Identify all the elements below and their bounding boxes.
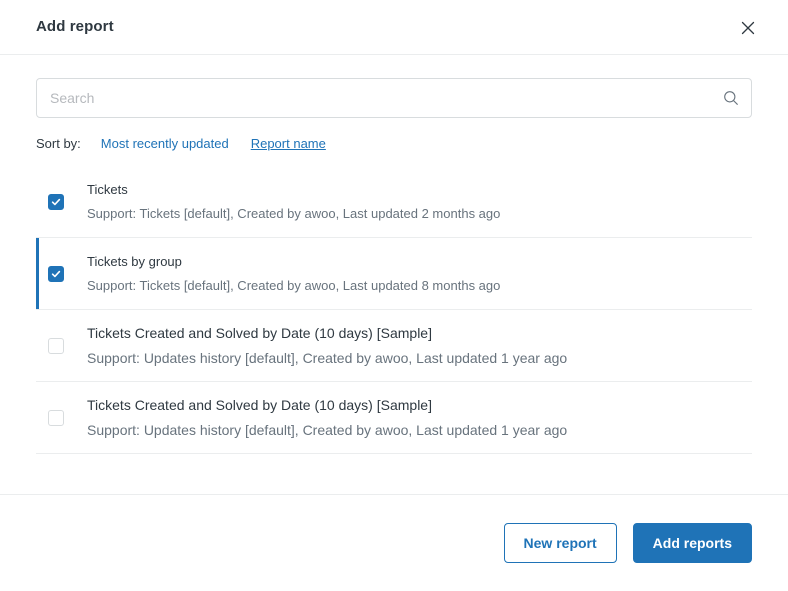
- report-list-item[interactable]: Tickets Support: Tickets [default], Crea…: [36, 166, 752, 238]
- report-checkbox[interactable]: [48, 337, 64, 354]
- report-list-item[interactable]: Tickets Created and Solved by Date (10 d…: [36, 382, 752, 454]
- report-title: Tickets Created and Solved by Date (10 d…: [87, 325, 432, 341]
- sort-option-report-name[interactable]: Report name: [251, 136, 326, 151]
- report-meta: Support: Tickets [default], Created by a…: [87, 206, 501, 221]
- page-title: Add report: [36, 18, 114, 35]
- report-title: Tickets Created and Solved by Date (10 d…: [87, 397, 432, 413]
- report-meta: Support: Updates history [default], Crea…: [87, 350, 568, 366]
- add-reports-button[interactable]: Add reports: [632, 523, 752, 563]
- report-title: Tickets by group: [87, 254, 182, 269]
- report-text: Tickets by group Support: Tickets [defau…: [72, 251, 500, 296]
- report-checkbox[interactable]: [48, 409, 64, 426]
- sort-option-most-recently-updated[interactable]: Most recently updated: [101, 136, 229, 151]
- report-list-item[interactable]: Tickets Created and Solved by Date (10 d…: [36, 310, 752, 382]
- modal-body: Sort by: Most recently updated Report na…: [0, 78, 788, 454]
- report-list: Tickets Support: Tickets [default], Crea…: [36, 166, 752, 454]
- checkbox-cell: [36, 265, 72, 282]
- report-text: Tickets Support: Tickets [default], Crea…: [72, 179, 500, 224]
- search-input[interactable]: [36, 78, 752, 118]
- report-checkbox[interactable]: [48, 193, 64, 210]
- close-button[interactable]: [736, 16, 760, 40]
- report-text: Tickets Created and Solved by Date (10 d…: [72, 394, 567, 441]
- checkbox-cell: [36, 409, 72, 426]
- modal-header: Add report: [0, 0, 788, 55]
- report-title: Tickets: [87, 182, 128, 197]
- sort-controls: Sort by: Most recently updated Report na…: [36, 136, 752, 156]
- new-report-button[interactable]: New report: [503, 523, 617, 563]
- checkbox-cell: [36, 337, 72, 354]
- sort-by-label: Sort by:: [36, 136, 81, 151]
- report-meta: Support: Updates history [default], Crea…: [87, 422, 568, 438]
- search-field: [36, 78, 752, 118]
- report-checkbox[interactable]: [48, 265, 64, 282]
- modal-footer: New report Add reports: [0, 494, 788, 591]
- add-report-modal: Add report Sort by: Most recently upd: [0, 0, 788, 591]
- checkbox-cell: [36, 193, 72, 210]
- report-meta: Support: Tickets [default], Created by a…: [87, 278, 501, 293]
- close-icon: [741, 21, 755, 35]
- report-text: Tickets Created and Solved by Date (10 d…: [72, 322, 567, 369]
- report-list-item[interactable]: Tickets by group Support: Tickets [defau…: [36, 238, 752, 310]
